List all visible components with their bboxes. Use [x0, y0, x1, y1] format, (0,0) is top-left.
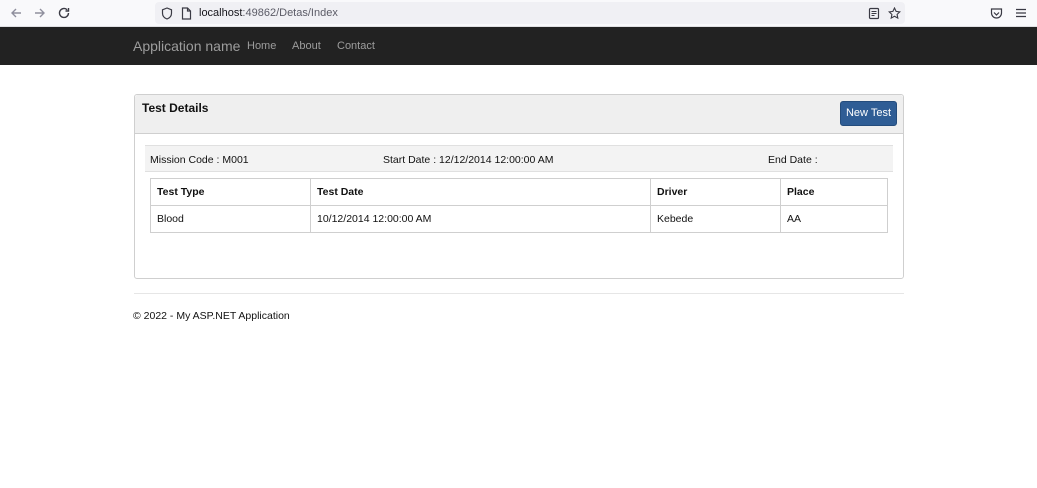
column-header-driver: Driver	[650, 178, 781, 206]
test-details-panel: Test Details New Test Mission Code : M00…	[134, 94, 904, 279]
footer-divider	[134, 293, 904, 294]
cell-test-date: 10/12/2014 12:00:00 AM	[310, 205, 651, 233]
tests-table: Test Type Test Date Driver Place Blood 1…	[150, 178, 888, 233]
nav-link-contact[interactable]: Contact	[337, 39, 375, 53]
nav-link-about[interactable]: About	[292, 39, 321, 53]
mission-info-row: Mission Code : M001 Start Date : 12/12/2…	[145, 145, 893, 172]
reader-view-icon[interactable]	[866, 6, 882, 20]
footer-text: © 2022 - My ASP.NET Application	[133, 310, 290, 322]
panel-heading: Test Details New Test	[135, 95, 903, 134]
panel-title: Test Details	[142, 101, 209, 115]
cell-driver: Kebede	[650, 205, 781, 233]
address-bar[interactable]: localhost:49862/Detas/Index	[155, 2, 905, 24]
url-host: localhost	[199, 7, 243, 19]
menu-hamburger-icon[interactable]	[1011, 4, 1031, 22]
forward-arrow-icon[interactable]	[30, 4, 50, 22]
cell-test-type: Blood	[150, 205, 311, 233]
column-header-test-type: Test Type	[150, 178, 311, 206]
new-test-button[interactable]: New Test	[840, 101, 897, 126]
end-date: End Date :	[768, 154, 818, 166]
url-path: :49862/Detas/Index	[242, 7, 338, 19]
mission-code: Mission Code : M001	[150, 154, 249, 166]
reload-icon[interactable]	[54, 4, 74, 22]
page-icon[interactable]	[178, 6, 194, 20]
cell-place: AA	[780, 205, 888, 233]
table-row: Blood 10/12/2014 12:00:00 AM Kebede AA	[150, 205, 888, 233]
table-header-row: Test Type Test Date Driver Place	[150, 178, 888, 206]
nav-link-home[interactable]: Home	[247, 39, 276, 53]
bookmark-star-icon[interactable]	[886, 6, 902, 20]
column-header-test-date: Test Date	[310, 178, 651, 206]
brand-link[interactable]: Application name	[133, 37, 240, 55]
app-navbar: Application name Home About Contact	[0, 27, 1037, 65]
pocket-icon[interactable]	[986, 4, 1006, 22]
back-arrow-icon[interactable]	[6, 4, 26, 22]
browser-toolbar: localhost:49862/Detas/Index	[0, 0, 1037, 27]
url-text[interactable]: localhost:49862/Detas/Index	[199, 6, 338, 20]
column-header-place: Place	[780, 178, 888, 206]
shield-icon[interactable]	[159, 6, 175, 20]
start-date: Start Date : 12/12/2014 12:00:00 AM	[383, 154, 554, 166]
